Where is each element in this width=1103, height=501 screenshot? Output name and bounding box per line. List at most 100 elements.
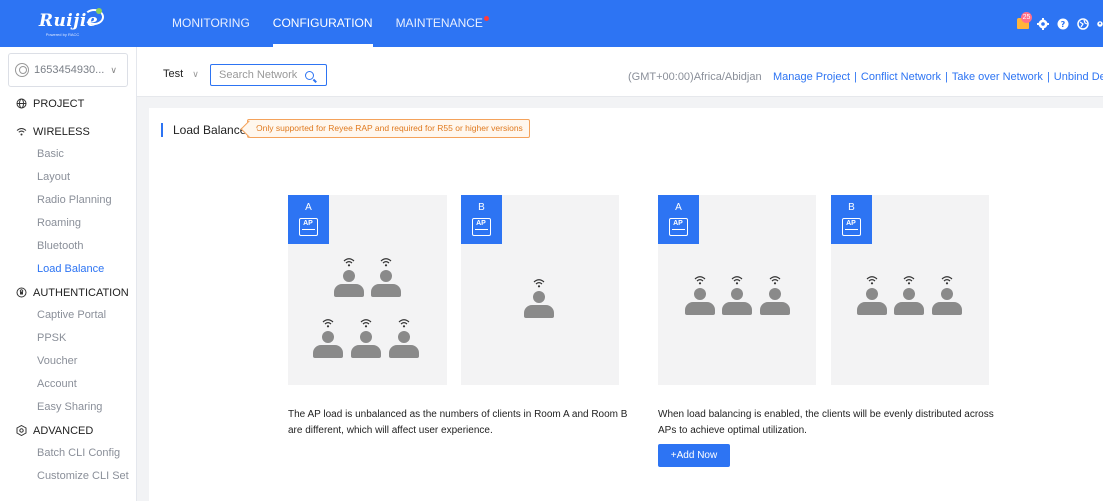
nav-monitoring[interactable]: MONITORING xyxy=(172,0,250,47)
svg-text:?: ? xyxy=(1061,20,1066,29)
client-user-icon xyxy=(371,257,401,297)
advanced-settings-icon xyxy=(16,425,27,436)
client-user-icon xyxy=(932,275,962,315)
sidebar-item-voucher[interactable]: Voucher xyxy=(0,350,136,373)
access-point-icon xyxy=(472,218,491,236)
sidebar-group-authentication-label: AUTHENTICATION xyxy=(33,286,129,299)
unbind-device-link[interactable]: Unbind Devic xyxy=(1054,71,1103,83)
wifi-signal-icon xyxy=(380,257,392,267)
user-profile-icon[interactable] xyxy=(1097,18,1103,30)
sidebar-item-basic[interactable]: Basic xyxy=(0,143,136,166)
sidebar: 1653454930... ∨ PROJECT WIRELESS Basic L… xyxy=(0,47,137,501)
help-icon[interactable]: ? xyxy=(1057,18,1069,30)
client-user-icon xyxy=(685,275,715,315)
person-head xyxy=(380,270,392,282)
timezone-label: (GMT+00:00)Africa/Abidjan xyxy=(628,71,762,83)
person-head xyxy=(322,331,334,343)
person-body xyxy=(334,284,364,297)
sidebar-item-layout[interactable]: Layout xyxy=(0,166,136,189)
wifi-signal-icon xyxy=(941,275,953,285)
globe-language-icon[interactable] xyxy=(1077,17,1089,30)
person-body xyxy=(760,302,790,315)
person-body xyxy=(894,302,924,315)
person-head xyxy=(769,288,781,300)
link-separator: | xyxy=(1046,71,1050,83)
account-selector[interactable]: 1653454930... ∨ xyxy=(8,53,128,87)
notification-badge: 25 xyxy=(1021,12,1032,23)
person-body xyxy=(313,345,343,358)
project-selector[interactable]: Test ∨ xyxy=(163,68,199,80)
take-over-network-link[interactable]: Take over Network xyxy=(952,71,1043,83)
wifi-signal-icon xyxy=(769,275,781,285)
sidebar-item-customize-cli-set[interactable]: Customize CLI Set xyxy=(0,465,136,488)
client-user-icon xyxy=(313,318,343,358)
conflict-network-link[interactable]: Conflict Network xyxy=(861,71,941,83)
sidebar-item-account[interactable]: Account xyxy=(0,373,136,396)
sidebar-group-wireless[interactable]: WIRELESS xyxy=(0,120,136,143)
person-head xyxy=(694,288,706,300)
room-header: A xyxy=(288,195,329,244)
sidebar-item-bluetooth[interactable]: Bluetooth xyxy=(0,235,136,258)
search-network-box[interactable] xyxy=(210,64,327,86)
access-point-icon xyxy=(669,218,688,236)
wifi-signal-icon xyxy=(731,275,743,285)
person-head xyxy=(866,288,878,300)
manage-project-link[interactable]: Manage Project xyxy=(773,71,850,83)
client-user-icon xyxy=(722,275,752,315)
person-head xyxy=(533,291,545,303)
sidebar-item-batch-cli-config[interactable]: Batch CLI Config xyxy=(0,442,136,465)
project-globe-icon xyxy=(16,98,27,109)
network-toolbar: Test ∨ (GMT+00:00)Africa/Abidjan Manage … xyxy=(137,47,1103,97)
unbalanced-description: The AP load is unbalanced as the numbers… xyxy=(288,409,628,436)
sidebar-group-wireless-label: WIRELESS xyxy=(33,125,90,138)
search-icon[interactable] xyxy=(305,70,314,80)
wifi-signal-icon xyxy=(360,318,372,328)
chevron-down-icon: ∨ xyxy=(192,69,199,79)
user-avatar-icon xyxy=(15,63,29,77)
nav-configuration[interactable]: CONFIGURATION xyxy=(272,0,373,47)
sidebar-group-advanced[interactable]: ADVANCED xyxy=(0,419,136,442)
search-network-input[interactable] xyxy=(219,69,301,81)
page-title: Load Balance xyxy=(161,123,246,137)
sidebar-item-radio-planning[interactable]: Radio Planning xyxy=(0,189,136,212)
wifi-signal-icon xyxy=(343,257,355,267)
link-separator: | xyxy=(944,71,948,83)
wifi-signal-icon xyxy=(533,278,545,288)
person-body xyxy=(932,302,962,315)
access-point-icon xyxy=(299,218,318,236)
room-header: B xyxy=(461,195,502,244)
nav-maintenance[interactable]: MAINTENANCE xyxy=(395,0,489,47)
top-navigation-bar: Ruijie Powered by RACC MONITORING CONFIG… xyxy=(0,0,1103,47)
wifi-signal-icon xyxy=(866,275,878,285)
person-head xyxy=(343,270,355,282)
sidebar-item-ppsk[interactable]: PPSK xyxy=(0,327,136,350)
sidebar-item-load-balance[interactable]: Load Balance xyxy=(0,258,136,281)
sidebar-group-authentication[interactable]: AUTHENTICATION xyxy=(0,281,136,304)
client-user-icon xyxy=(857,275,887,315)
client-user-icon xyxy=(524,278,554,318)
sidebar-item-easy-sharing[interactable]: Easy Sharing xyxy=(0,396,136,419)
sidebar-project-label: PROJECT xyxy=(33,97,85,110)
client-user-icon xyxy=(760,275,790,315)
room-header: A xyxy=(658,195,699,244)
top-right-icons: 25 ? xyxy=(1017,0,1103,47)
sidebar-item-captive-portal[interactable]: Captive Portal xyxy=(0,304,136,327)
client-user-icon xyxy=(894,275,924,315)
nav-maintenance-label: MAINTENANCE xyxy=(395,16,483,30)
settings-gear-icon[interactable] xyxy=(1037,17,1049,30)
add-now-button[interactable]: +Add Now xyxy=(658,444,730,467)
sidebar-project[interactable]: PROJECT xyxy=(0,92,136,115)
notification-bell-icon[interactable]: 25 xyxy=(1017,12,1032,29)
balanced-description: When load balancing is enabled, the clie… xyxy=(658,409,994,436)
sidebar-group-advanced-label: ADVANCED xyxy=(33,424,94,437)
access-point-icon xyxy=(842,218,861,236)
person-body xyxy=(685,302,715,315)
person-body xyxy=(371,284,401,297)
room-letter: B xyxy=(478,202,485,213)
ruijie-logo[interactable]: Ruijie Powered by RACC xyxy=(0,0,137,47)
version-notice-tag: Only supported for Reyee RAP and require… xyxy=(247,119,530,138)
sidebar-item-roaming[interactable]: Roaming xyxy=(0,212,136,235)
logo-subtitle: Powered by RACC xyxy=(45,31,80,37)
toolbar-links: Manage Project | Conflict Network | Take ove… xyxy=(773,71,1103,83)
room-letter: A xyxy=(675,202,682,213)
